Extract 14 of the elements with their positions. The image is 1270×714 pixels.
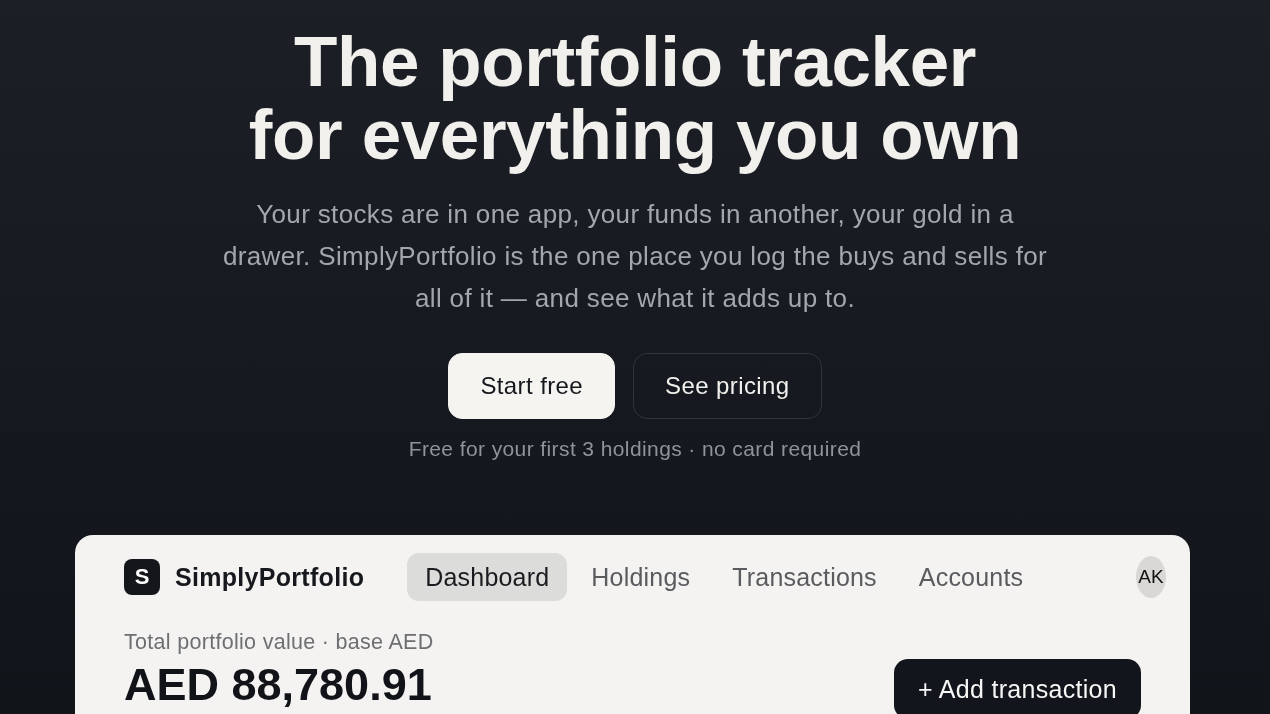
nav-tab[interactable]: Accounts xyxy=(900,553,1042,601)
signup-note: Free for your first 3 holdings · no card required xyxy=(408,437,862,461)
nav-tab[interactable]: Holdings xyxy=(573,553,709,601)
nav-tab[interactable]: Transactions xyxy=(714,553,895,601)
start-free-button[interactable]: Start free xyxy=(448,353,616,419)
portfolio-value: AED 88,780.91 xyxy=(124,659,433,711)
nav-tab[interactable]: Dashboard xyxy=(407,553,568,601)
user-avatar[interactable]: AK xyxy=(1136,556,1166,598)
portfolio-value-label: Total portfolio value · base AED xyxy=(124,630,434,655)
add-transaction-button[interactable]: + Add transaction xyxy=(894,659,1141,714)
brand-name: SimplyPortfolio xyxy=(175,562,365,592)
hero-description: Your stocks are in one app, your funds in another, your gold in a drawer. SimplyPortfolio is the one place you log the buys and sells for all of it — and see what it adds up to. xyxy=(222,198,1048,315)
see-pricing-button[interactable]: See pricing xyxy=(633,353,822,419)
logo-mark: S xyxy=(124,559,160,595)
